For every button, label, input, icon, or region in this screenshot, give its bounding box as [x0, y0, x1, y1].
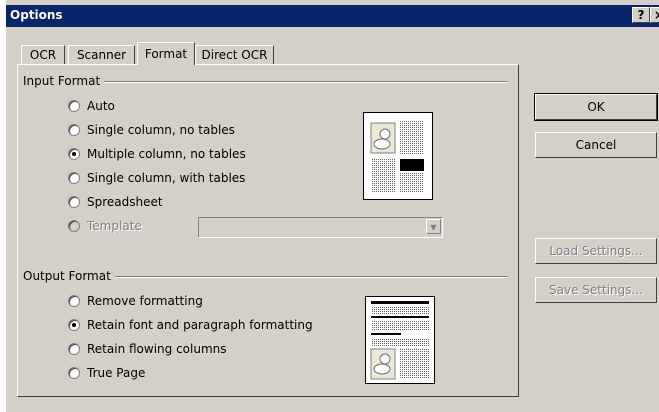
chevron-down-icon[interactable]: ▼ [426, 219, 441, 234]
radio-label: Single column, no tables [87, 123, 235, 137]
radio-label: Remove formatting [87, 294, 203, 308]
output-format-label: Output Format [23, 269, 115, 283]
tab-direct-ocr[interactable]: Direct OCR [195, 45, 274, 65]
document-layout-preview-icon [370, 121, 424, 193]
ok-button[interactable]: OK [534, 93, 658, 121]
radio-label: Auto [87, 99, 115, 113]
radio-button[interactable] [68, 124, 80, 136]
input-preview [363, 112, 433, 200]
radio-label: True Page [87, 366, 146, 380]
load-settings-button[interactable]: Load Settings... [535, 238, 657, 264]
cancel-button[interactable]: Cancel [535, 132, 657, 158]
radio-button[interactable] [68, 148, 80, 160]
tab-format[interactable]: Format [137, 42, 195, 65]
close-button[interactable]: × [650, 7, 659, 23]
radio-label: Retain font and paragraph formatting [87, 318, 313, 332]
radio-button[interactable] [68, 319, 80, 331]
help-button[interactable]: ? [632, 7, 650, 23]
radio-label: Spreadsheet [87, 195, 163, 209]
title-bar[interactable]: Options ? × [6, 5, 659, 27]
radio-button[interactable] [68, 220, 80, 232]
radio-button[interactable] [68, 295, 80, 307]
format-tab-panel: Input Format Auto Single column, no tabl… [17, 64, 519, 397]
window-title: Options [10, 8, 63, 22]
input-format-label: Input Format [23, 74, 105, 88]
output-preview [365, 296, 435, 384]
radio-label: Template [87, 219, 142, 233]
tab-ocr[interactable]: OCR [21, 45, 65, 65]
document-layout-preview-icon [370, 301, 429, 380]
background-strip [0, 0, 6, 412]
save-settings-button[interactable]: Save Settings... [535, 277, 657, 303]
template-select[interactable]: ▼ [198, 217, 443, 238]
radio-button[interactable] [68, 100, 80, 112]
radio-label: Multiple column, no tables [87, 147, 246, 161]
tab-scanner[interactable]: Scanner [68, 45, 135, 65]
radio-button[interactable] [68, 367, 80, 379]
radio-button[interactable] [68, 196, 80, 208]
radio-button[interactable] [68, 172, 80, 184]
radio-button[interactable] [68, 343, 80, 355]
radio-label: Retain flowing columns [87, 342, 227, 356]
options-dialog: Options ? × OCR Scanner Format Direct OC… [0, 0, 659, 412]
radio-label: Single column, with tables [87, 171, 246, 185]
